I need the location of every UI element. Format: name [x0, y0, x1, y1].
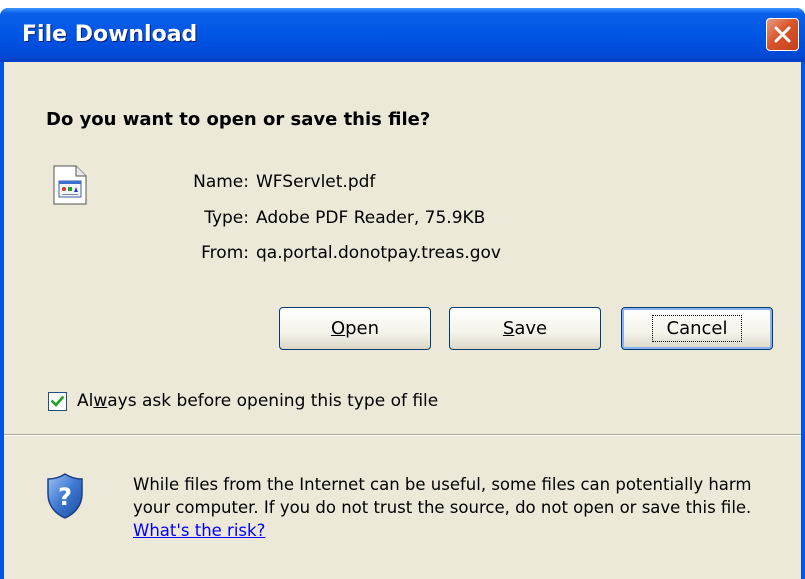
warning-text: While files from the Internet can be use… — [133, 475, 752, 540]
file-icon — [53, 165, 87, 205]
dialog-body: Do you want to open or save this file? N… — [4, 62, 801, 579]
always-ask-label[interactable]: Always ask before opening this type of f… — [77, 391, 438, 411]
title-bar[interactable]: File Download — [0, 8, 805, 62]
type-value: Adobe PDF Reader, 75.9KB — [256, 208, 486, 228]
cancel-button-label: Cancel — [651, 315, 743, 342]
open-button[interactable]: Open — [279, 307, 431, 350]
whats-the-risk-link[interactable]: What's the risk? — [133, 521, 265, 540]
from-label: From: — [201, 243, 249, 263]
name-label: Name: — [193, 172, 249, 192]
file-download-dialog: File Download Do you want to open or sav… — [0, 8, 805, 579]
close-icon — [774, 26, 791, 43]
divider — [4, 434, 801, 436]
dialog-title: File Download — [22, 22, 198, 47]
svg-text:?: ? — [58, 483, 72, 511]
type-label: Type: — [204, 208, 249, 228]
cancel-button[interactable]: Cancel — [621, 307, 773, 350]
question-text: Do you want to open or save this file? — [46, 109, 431, 130]
open-button-label: Open — [330, 318, 380, 339]
from-value: qa.portal.donotpay.treas.gov — [256, 243, 501, 263]
always-ask-checkbox[interactable] — [48, 392, 67, 411]
checkmark-icon — [50, 395, 65, 407]
name-value: WFServlet.pdf — [256, 172, 376, 192]
shield-help-icon: ? — [47, 473, 83, 519]
save-button[interactable]: Save — [449, 307, 601, 350]
save-button-label: Save — [502, 318, 548, 339]
close-button[interactable] — [766, 18, 799, 51]
